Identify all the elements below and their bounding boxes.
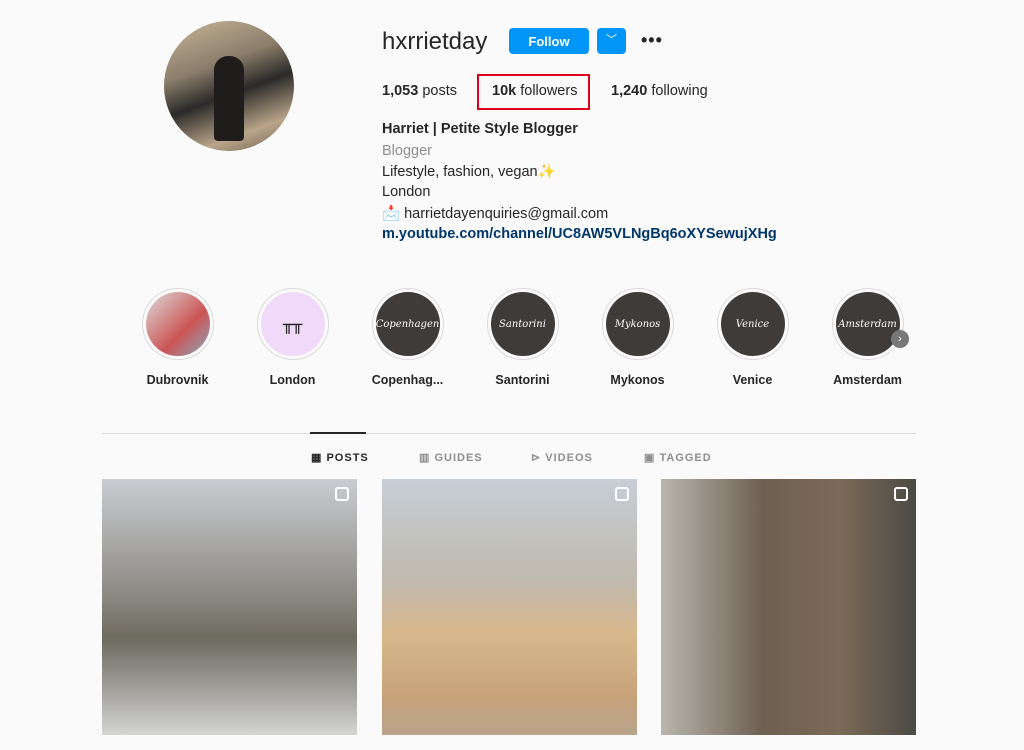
highlight-cover-text: Santorini	[499, 318, 546, 330]
highlight-cover: Mykonos	[605, 292, 670, 356]
tab-posts[interactable]: ▦ POSTS	[311, 451, 369, 464]
story-highlight[interactable]: ╥╥ London	[235, 288, 350, 387]
followers-link[interactable]: 10k followers	[492, 83, 577, 99]
posts-label: posts	[422, 83, 457, 99]
posts-number: 1,053	[382, 83, 419, 99]
followers-number: 10k	[492, 83, 517, 99]
highlight-ring: Mykonos	[601, 288, 674, 360]
highlight-label: London	[269, 373, 316, 387]
reel-icon	[615, 487, 629, 501]
chevron-right-icon: ›	[898, 333, 902, 345]
full-name: Harriet | Petite Style Blogger	[382, 121, 578, 137]
guide-icon: ▥	[419, 452, 431, 464]
highlight-cover: Amsterdam	[835, 292, 900, 356]
highlight-label: Mykonos	[610, 373, 665, 387]
highlight-label: Venice	[732, 373, 773, 387]
highlights-next-button[interactable]: ›	[891, 330, 909, 348]
story-highlight[interactable]: Dubrovnik	[120, 288, 235, 387]
highlight-cover: ╥╥	[260, 292, 325, 356]
tab-videos[interactable]: ⊳ VIDEOS	[531, 451, 593, 464]
post-thumbnail[interactable]	[661, 479, 916, 735]
bio-email: 📩 harrietdayenquiries@gmail.com	[382, 206, 609, 222]
tabs-divider	[102, 433, 916, 434]
bio-link[interactable]: m.youtube.com/channel/UC8AW5VLNgBq6oXYSe…	[382, 226, 777, 242]
post-thumbnail[interactable]	[382, 479, 637, 735]
story-highlight[interactable]: Copenhagen Copenhag...	[350, 288, 465, 387]
highlight-cover: Santorini	[490, 292, 555, 356]
following-label: following	[651, 83, 708, 99]
username: hxrrietday	[382, 28, 488, 55]
tab-tagged[interactable]: ▣ TAGGED	[644, 451, 712, 464]
tab-guides[interactable]: ▥ GUIDES	[419, 451, 483, 464]
category: Blogger	[382, 143, 432, 159]
chevron-down-icon: ﹀	[606, 34, 617, 46]
highlight-cover-text: Venice	[735, 318, 770, 330]
tab-label: VIDEOS	[545, 452, 593, 464]
highlight-label: Santorini	[495, 373, 550, 387]
highlight-cover-text: Copenhagen	[375, 318, 440, 330]
highlight-ring: Santorini	[486, 288, 559, 360]
carousel-icon	[894, 487, 908, 501]
more-options-button[interactable]: •••	[641, 30, 663, 51]
highlight-label: Dubrovnik	[146, 373, 209, 387]
highlight-cover-text: Amsterdam	[838, 318, 897, 330]
bridge-icon: ╥╥	[282, 314, 303, 334]
highlight-label: Copenhag...	[371, 373, 444, 387]
story-highlight[interactable]: Mykonos Mykonos	[580, 288, 695, 387]
tab-label: GUIDES	[434, 452, 483, 464]
highlight-ring: ╥╥	[256, 288, 329, 360]
highlight-cover	[145, 292, 210, 356]
highlight-cover: Copenhagen	[375, 292, 440, 356]
play-icon: ⊳	[531, 452, 542, 464]
tab-label: POSTS	[326, 452, 369, 464]
followers-label: followers	[520, 83, 578, 99]
highlight-cover: Venice	[720, 292, 785, 356]
highlight-label: Amsterdam	[833, 373, 902, 387]
story-highlight[interactable]: Venice Venice	[695, 288, 810, 387]
suggested-dropdown-button[interactable]: ﹀	[597, 28, 626, 54]
bio-location: London	[382, 184, 431, 200]
profile-avatar[interactable]	[164, 21, 294, 151]
highlight-ring: Amsterdam	[831, 288, 904, 360]
highlight-ring	[141, 288, 214, 360]
highlight-ring: Copenhagen	[371, 288, 444, 360]
post-thumbnail[interactable]	[102, 479, 357, 735]
active-tab-indicator	[310, 432, 366, 434]
bio-line: Lifestyle, fashion, vegan✨	[382, 164, 556, 180]
follow-button[interactable]: Follow	[509, 28, 589, 54]
reel-icon	[335, 487, 349, 501]
grid-icon: ▦	[311, 452, 323, 464]
story-highlight[interactable]: Santorini Santorini	[465, 288, 580, 387]
tab-label: TAGGED	[659, 452, 712, 464]
following-link[interactable]: 1,240 following	[611, 83, 708, 99]
posts-count: 1,053 posts	[382, 83, 457, 99]
tag-icon: ▣	[644, 452, 656, 464]
following-number: 1,240	[611, 83, 648, 99]
highlight-cover-text: Mykonos	[614, 318, 661, 330]
highlight-ring: Venice	[716, 288, 789, 360]
